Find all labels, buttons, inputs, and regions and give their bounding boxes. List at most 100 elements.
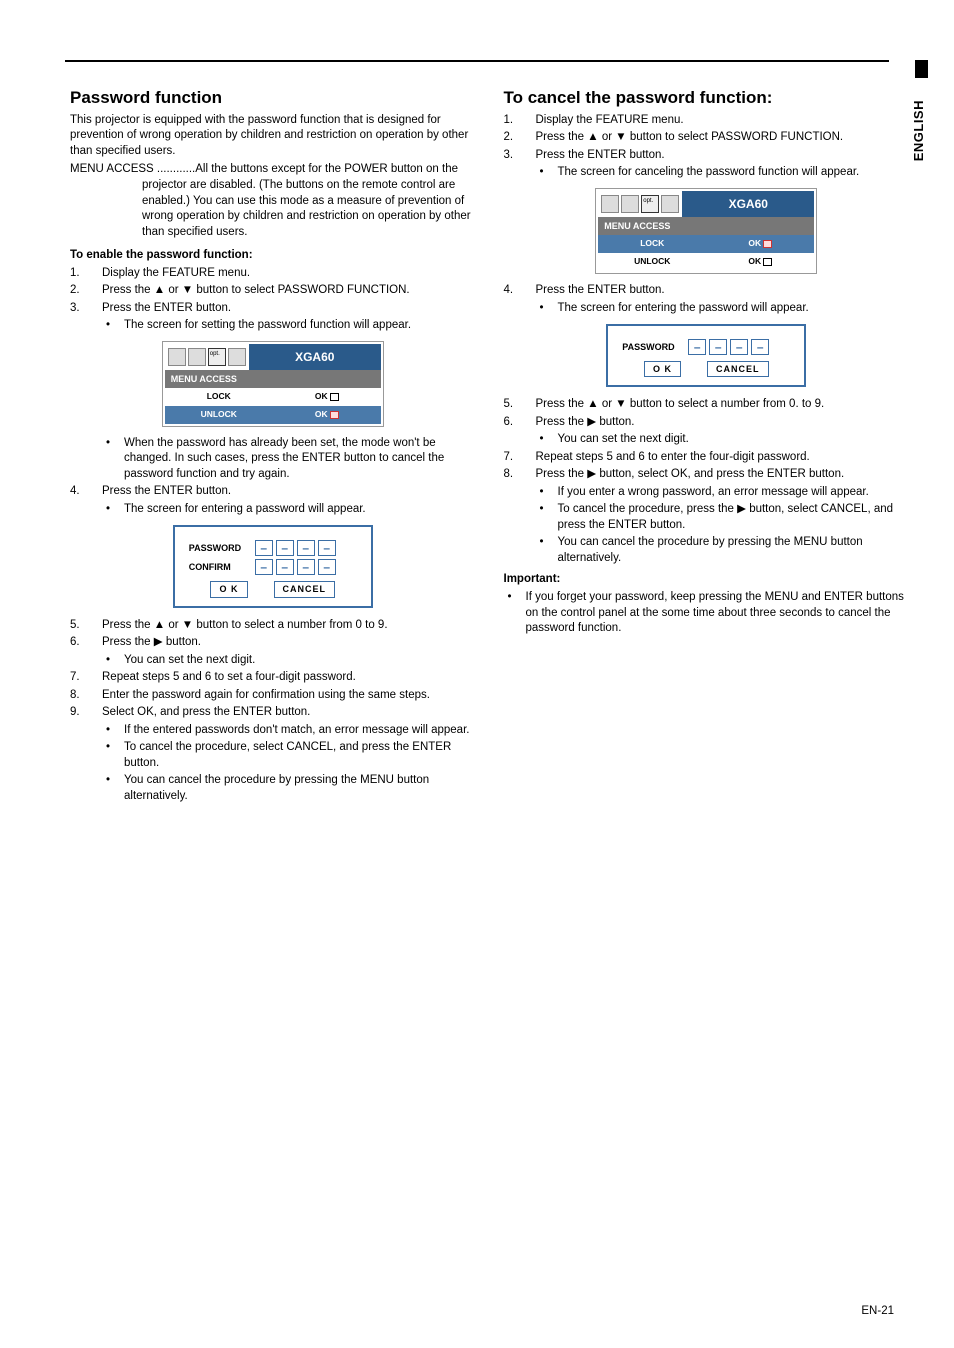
step-num: 1. [504, 113, 536, 129]
right-arrow-icon [154, 636, 163, 648]
password-figure-2: PASSWORD–––– O KCANCEL [504, 324, 910, 387]
step-num: 7. [504, 450, 536, 466]
step-text: Press the button. [102, 635, 476, 651]
left-column: Password function This projector is equi… [70, 87, 476, 806]
step-num: 2. [504, 130, 536, 146]
step-num: 5. [504, 397, 536, 413]
password-label: PASSWORD [622, 341, 678, 353]
top-rule [65, 60, 889, 62]
menu-title: XGA60 [249, 344, 381, 370]
ok-button: O K [210, 581, 247, 597]
bullet-text: To cancel the procedure, press the butto… [558, 502, 910, 533]
bullet-text: You can set the next digit. [124, 653, 476, 669]
step-text: Press the ENTER button. [536, 148, 910, 164]
bullet-text: If you enter a wrong password, an error … [558, 485, 910, 501]
bullet-icon: • [504, 590, 526, 637]
down-arrow-icon [182, 284, 193, 296]
menu-row-unlock: UNLOCKOK [598, 253, 814, 271]
password-label: PASSWORD [189, 542, 245, 554]
step-num: 4. [504, 283, 536, 299]
down-arrow-icon [615, 398, 626, 410]
step-num: 3. [504, 148, 536, 164]
menu-row-lock: LOCKOK [165, 388, 381, 406]
right-heading: To cancel the password function: [504, 87, 910, 110]
bullet-icon: • [536, 432, 558, 448]
step-num: 9. [70, 705, 102, 721]
right-steps-3: 5.Press the or button to select a number… [504, 397, 910, 430]
page-number: EN-21 [861, 1304, 894, 1320]
menu-icons [598, 191, 682, 217]
bullet-icon: • [102, 502, 124, 518]
step-text: Press the ENTER button. [536, 283, 910, 299]
side-tab-bar [915, 60, 928, 78]
bullet-text: The screen for entering a password will … [124, 502, 476, 518]
enable-subhead: To enable the password function: [70, 248, 476, 264]
left-steps-2: 4.Press the ENTER button. [70, 484, 476, 500]
step-text: Enter the password again for confirmatio… [102, 688, 476, 704]
menu-subhead: MENU ACCESS [598, 217, 814, 235]
step-text: Press the or button to select a number f… [102, 618, 476, 634]
bullet-text: You can cancel the procedure by pressing… [558, 535, 910, 566]
bullet-icon: • [102, 318, 124, 334]
bullet-icon: • [102, 436, 124, 483]
left-steps: 1.Display the FEATURE menu. 2.Press the … [70, 266, 476, 317]
step-num: 6. [70, 635, 102, 651]
left-steps-3: 5.Press the or button to select a number… [70, 618, 476, 651]
right-arrow-icon [587, 468, 596, 480]
language-tab: ENGLISH [910, 100, 928, 161]
step-num: 2. [70, 283, 102, 299]
bullet-text: The screen for setting the password func… [124, 318, 476, 334]
up-arrow-icon [587, 131, 598, 143]
step-text: Press the ENTER button. [102, 484, 476, 500]
step-num: 1. [70, 266, 102, 282]
bullet-icon: • [102, 653, 124, 669]
up-arrow-icon [154, 284, 165, 296]
right-steps-2: 4.Press the ENTER button. [504, 283, 910, 299]
down-arrow-icon [615, 131, 626, 143]
step-num: 8. [70, 688, 102, 704]
bullet-text: If the entered passwords don't match, an… [124, 723, 476, 739]
important-head: Important: [504, 572, 910, 588]
menu-subhead: MENU ACCESS [165, 370, 381, 388]
right-arrow-icon [587, 416, 596, 428]
bullet-text: You can cancel the procedure by pressing… [124, 773, 476, 804]
bullet-text: When the password has already been set, … [124, 436, 476, 483]
ok-button: O K [644, 361, 681, 377]
step-text: Press the or button to select a number f… [536, 397, 910, 413]
bullet-icon: • [102, 740, 124, 771]
bullet-icon: • [536, 502, 558, 533]
step-text: Display the FEATURE menu. [536, 113, 910, 129]
left-heading: Password function [70, 87, 476, 110]
password-figure-1: PASSWORD–––– CONFIRM–––– O KCANCEL [70, 525, 476, 607]
bullet-icon: • [536, 301, 558, 317]
menu-row-unlock: UNLOCKOK [165, 406, 381, 424]
step-text: Press the or button to select PASSWORD F… [102, 283, 476, 299]
bullet-text: The screen for canceling the password fu… [558, 165, 910, 181]
step-num: 6. [504, 415, 536, 431]
right-column: To cancel the password function: 1.Displ… [504, 87, 910, 806]
bullet-text: The screen for entering the password wil… [558, 301, 910, 317]
right-arrow-icon [737, 503, 746, 515]
step-text: Display the FEATURE menu. [102, 266, 476, 282]
down-arrow-icon [182, 619, 193, 631]
menu-icons [165, 344, 249, 370]
right-steps: 1.Display the FEATURE menu. 2.Press the … [504, 113, 910, 164]
right-steps-4: 7.Repeat steps 5 and 6 to enter the four… [504, 450, 910, 483]
step-text: Press the ENTER button. [102, 301, 476, 317]
step-num: 4. [70, 484, 102, 500]
step-text: Repeat steps 5 and 6 to set a four-digit… [102, 670, 476, 686]
bullet-icon: • [536, 535, 558, 566]
step-num: 8. [504, 467, 536, 483]
menu-figure-1: XGA60 MENU ACCESS LOCKOK UNLOCKOK [70, 342, 476, 426]
bullet-icon: • [536, 485, 558, 501]
step-text: Press the button. [536, 415, 910, 431]
bullet-text: You can set the next digit. [558, 432, 910, 448]
left-steps-4: 7.Repeat steps 5 and 6 to set a four-dig… [70, 670, 476, 721]
intro-text: This projector is equipped with the pass… [70, 113, 476, 160]
step-num: 5. [70, 618, 102, 634]
menu-title: XGA60 [682, 191, 814, 217]
important-text: If you forget your password, keep pressi… [526, 590, 910, 637]
menu-figure-2: XGA60 MENU ACCESS LOCKOK UNLOCKOK [504, 189, 910, 273]
menu-access-desc: MENU ACCESS ............All the buttons … [70, 162, 476, 240]
bullet-icon: • [102, 773, 124, 804]
